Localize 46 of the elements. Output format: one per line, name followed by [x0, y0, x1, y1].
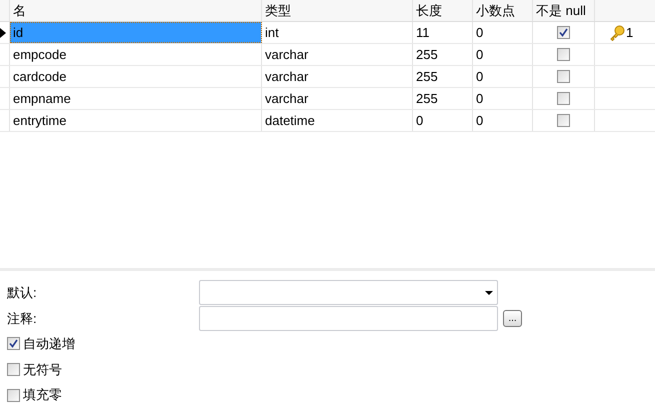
column-header[interactable]: 长度	[413, 0, 473, 21]
checkbox-label: 无符号	[23, 360, 62, 379]
checkbox[interactable]	[7, 337, 20, 350]
checkbox[interactable]	[557, 48, 570, 61]
checkbox[interactable]	[557, 70, 570, 83]
column-header[interactable]: 类型	[262, 0, 413, 21]
checkbox-label: 自动递增	[23, 335, 75, 354]
checkmark-icon	[9, 339, 18, 348]
table-cell: 0	[473, 44, 533, 65]
table-cell: 255	[413, 88, 473, 109]
checkbox[interactable]	[7, 388, 20, 402]
table-cell: int	[262, 22, 413, 43]
table-cell[interactable]: cardcode	[10, 66, 262, 87]
table-cell: 0	[473, 66, 533, 87]
column-header[interactable]: 小数点	[473, 0, 533, 21]
table-cell[interactable]: empname	[10, 88, 262, 109]
table-cell: 0	[413, 110, 473, 131]
browse-button[interactable]: ...	[503, 310, 522, 327]
table-cell: varchar	[262, 44, 413, 65]
field-label: 注释:	[7, 310, 38, 328]
field-label: 默认:	[7, 284, 38, 302]
column-header[interactable]: 名	[10, 0, 262, 21]
table-cell: 0	[473, 22, 533, 43]
checkbox[interactable]	[557, 92, 570, 105]
caret-icon	[485, 290, 493, 295]
checkbox[interactable]	[557, 114, 570, 127]
checkmark-icon	[559, 28, 568, 37]
comment-field[interactable]	[199, 306, 498, 331]
checkbox-label: 填充零	[23, 386, 62, 404]
checkbox[interactable]	[557, 26, 570, 39]
default-dropdown[interactable]	[199, 280, 498, 306]
table-cell: 0	[473, 110, 533, 131]
table-cell: 0	[473, 88, 533, 109]
checkbox[interactable]	[7, 363, 20, 376]
key-icon	[609, 24, 625, 40]
table-cell: varchar	[262, 88, 413, 109]
table-cell: 11	[413, 22, 473, 43]
key-number: 1	[626, 24, 634, 42]
table-cell[interactable]: entrytime	[10, 110, 262, 131]
table-cell[interactable]: empcode	[10, 44, 262, 65]
column-header[interactable]: 不是 null	[533, 0, 595, 21]
table-cell: varchar	[262, 66, 413, 87]
table-cell: datetime	[262, 110, 413, 131]
table-cell: 255	[413, 66, 473, 87]
table-cell[interactable]: id	[10, 22, 262, 43]
table-cell: 255	[413, 44, 473, 65]
